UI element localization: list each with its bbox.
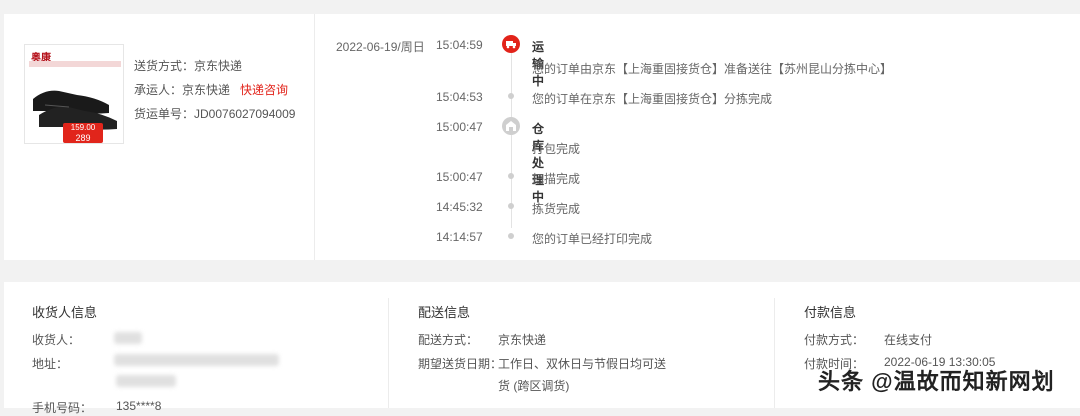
event-time: 14:45:32 (436, 200, 483, 214)
shipping-info: 送货方式：京东快递 承运人：京东快递 快递咨询 货运单号：JD0076027094… (134, 54, 295, 126)
event-text: 您的订单在京东【上海重固接货仓】分拣完成 (532, 92, 773, 106)
receiver-address-label: 地址： (32, 357, 69, 371)
warehouse-icon (502, 117, 520, 135)
card-divider (314, 14, 315, 260)
delivery-method-value: 京东快递 (498, 333, 547, 347)
receiver-title: 收货人信息 (32, 305, 98, 320)
delivery-method: 送货方式：京东快递 (134, 59, 243, 73)
delivery-title: 配送信息 (418, 305, 471, 320)
payment-method-label: 付款方式： (804, 333, 865, 347)
column-divider (774, 298, 775, 408)
carrier-label: 承运人：京东快递 (134, 83, 231, 97)
redacted-address-2 (116, 375, 176, 387)
delivery-date-value: 工作日、双休日与节假日均可送 (498, 357, 667, 371)
payment-title: 付款信息 (804, 305, 857, 320)
event-time: 14:14:57 (436, 230, 483, 244)
event-text: 您的订单已经打印完成 (532, 232, 653, 246)
timeline-date: 2022-06-19/周日 (336, 40, 425, 54)
watermark-text: 头条 @温故而知新网划 (818, 369, 1055, 394)
event-text: 您的订单由京东【上海重固接货仓】准备送往【苏州昆山分拣中心】 (532, 62, 893, 76)
timeline-dot (508, 203, 514, 209)
event-time: 15:04:53 (436, 90, 483, 104)
timeline-dot (508, 93, 514, 99)
column-divider (388, 298, 389, 408)
receiver-name-label: 收货人： (32, 333, 81, 347)
truck-icon (502, 35, 520, 53)
timeline-dot (508, 173, 514, 179)
thumb-price: 289 (75, 133, 91, 143)
event-text: 拣货完成 (532, 202, 581, 216)
redacted-name (114, 332, 142, 344)
delivery-date-label: 期望送货日期： (418, 357, 503, 371)
event-time: 15:04:59 (436, 38, 483, 52)
event-title: 仓库处理中 (532, 122, 545, 204)
payment-method-value: 在线支付 (884, 333, 933, 347)
timeline-dot (508, 233, 514, 239)
event-time: 15:00:47 (436, 170, 483, 184)
carrier-row: 承运人：京东快递 快递咨询 (134, 78, 295, 102)
thumb-price-top: 159.00 (70, 123, 96, 132)
product-thumbnail[interactable]: 奥康 159.00 289 (24, 44, 124, 144)
event-text: 扫描完成 (532, 172, 581, 186)
thumb-price-tag: 159.00 289 (63, 123, 103, 143)
courier-consult-link[interactable]: 快递咨询 (240, 83, 288, 97)
redacted-address (114, 354, 279, 366)
event-text: 打包完成 (532, 142, 581, 156)
timeline-line (511, 48, 512, 228)
event-time: 15:00:47 (436, 120, 483, 134)
delivery-method-label: 配送方式： (418, 333, 479, 347)
delivery-date-value-cont: 货 (跨区调货) (498, 379, 570, 393)
tracking-number: 货运单号：JD0076027094009 (134, 107, 296, 121)
receiver-phone-value: 135****8 (116, 399, 162, 413)
